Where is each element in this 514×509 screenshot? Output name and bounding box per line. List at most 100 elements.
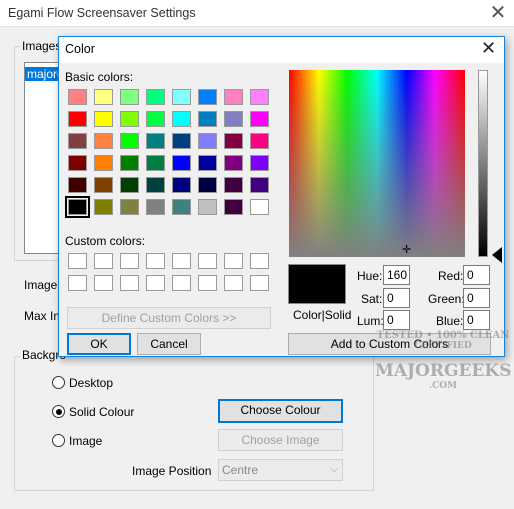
custom-color-swatch[interactable] — [250, 275, 269, 291]
custom-color-swatch[interactable] — [68, 253, 87, 269]
basic-color-swatch[interactable] — [120, 177, 139, 193]
hue-input[interactable]: 160 — [383, 265, 410, 285]
custom-color-swatch[interactable] — [120, 275, 139, 291]
custom-color-swatch[interactable] — [94, 275, 113, 291]
custom-color-swatch[interactable] — [120, 253, 139, 269]
basic-color-swatch[interactable] — [146, 155, 165, 171]
red-input[interactable]: 0 — [463, 265, 490, 285]
green-label: Green: — [428, 292, 465, 306]
basic-color-swatch[interactable] — [224, 177, 243, 193]
basic-color-swatch[interactable] — [250, 199, 269, 215]
basic-color-swatch[interactable] — [172, 199, 191, 215]
radio-desktop[interactable] — [52, 376, 65, 389]
basic-color-swatch[interactable] — [198, 111, 217, 127]
watermark-line-1: TESTED • 100% CLEAN — [376, 330, 510, 341]
basic-color-swatch[interactable] — [120, 155, 139, 171]
custom-color-swatch[interactable] — [68, 275, 87, 291]
basic-color-swatch[interactable] — [120, 133, 139, 149]
basic-color-swatch[interactable] — [250, 177, 269, 193]
basic-color-swatch[interactable] — [68, 177, 87, 193]
custom-color-swatch[interactable] — [198, 275, 217, 291]
basic-color-swatch[interactable] — [146, 111, 165, 127]
basic-color-swatch[interactable] — [198, 177, 217, 193]
basic-color-swatch[interactable] — [120, 89, 139, 105]
main-close-icon[interactable]: ✕ — [487, 2, 509, 24]
ok-button[interactable]: OK — [67, 333, 131, 355]
custom-color-swatch[interactable] — [224, 275, 243, 291]
sat-label: Sat: — [361, 292, 383, 306]
basic-color-swatch[interactable] — [120, 199, 139, 215]
hue-label: Hue: — [357, 269, 383, 283]
basic-color-swatch[interactable] — [146, 177, 165, 193]
basic-color-swatch[interactable] — [224, 155, 243, 171]
color-spectrum[interactable]: ✛ — [289, 70, 465, 257]
custom-color-swatch[interactable] — [172, 253, 191, 269]
watermark-line-4: .COM — [428, 381, 458, 391]
basic-color-swatch[interactable] — [120, 111, 139, 127]
basic-colors-label: Basic colors: — [65, 70, 134, 84]
images-list-item[interactable]: majorg — [25, 67, 61, 81]
images-list[interactable]: majorg — [24, 62, 62, 254]
blue-input[interactable]: 0 — [463, 310, 490, 330]
image-position-value: Centre — [222, 463, 259, 477]
chevron-down-icon: ⌵ — [330, 464, 338, 475]
color-solid-label: Color|Solid — [293, 308, 352, 322]
basic-color-swatch[interactable] — [250, 133, 269, 149]
lum-input[interactable]: 0 — [383, 310, 410, 330]
custom-color-swatch[interactable] — [172, 275, 191, 291]
basic-color-swatch[interactable] — [94, 89, 113, 105]
basic-color-swatch[interactable] — [65, 196, 90, 218]
basic-color-swatch[interactable] — [172, 111, 191, 127]
choose-image-button[interactable]: Choose Image — [218, 429, 343, 451]
basic-color-swatch[interactable] — [198, 199, 217, 215]
dialog-close-icon[interactable]: ✕ — [481, 38, 496, 59]
custom-color-swatch[interactable] — [198, 253, 217, 269]
radio-image[interactable] — [52, 434, 65, 447]
basic-color-swatch[interactable] — [224, 133, 243, 149]
radio-solid-colour-label: Solid Colour — [69, 405, 135, 419]
radio-solid-colour[interactable] — [52, 405, 65, 418]
basic-color-swatch[interactable] — [224, 89, 243, 105]
custom-color-swatch[interactable] — [146, 253, 165, 269]
basic-color-swatch[interactable] — [94, 133, 113, 149]
basic-color-swatch[interactable] — [146, 199, 165, 215]
basic-color-swatch[interactable] — [94, 155, 113, 171]
basic-color-swatch[interactable] — [198, 155, 217, 171]
image-position-select[interactable]: Centre ⌵ — [218, 459, 343, 481]
basic-color-swatch[interactable] — [224, 111, 243, 127]
basic-color-swatch[interactable] — [224, 199, 243, 215]
basic-color-swatch[interactable] — [250, 89, 269, 105]
basic-color-swatch[interactable] — [94, 177, 113, 193]
basic-color-swatch[interactable] — [68, 133, 87, 149]
basic-color-swatch[interactable] — [68, 111, 87, 127]
define-custom-colors-button[interactable]: Define Custom Colors >> — [67, 307, 271, 329]
basic-color-swatch[interactable] — [68, 89, 87, 105]
luminosity-slider[interactable] — [478, 70, 488, 257]
cancel-button[interactable]: Cancel — [137, 333, 201, 355]
basic-color-swatch[interactable] — [94, 199, 113, 215]
custom-color-swatch[interactable] — [250, 253, 269, 269]
color-dialog: Color ✕ Basic colors: Custom colors: Def… — [58, 36, 505, 357]
basic-color-swatch[interactable] — [68, 155, 87, 171]
custom-color-swatch[interactable] — [146, 275, 165, 291]
basic-color-swatch[interactable] — [198, 89, 217, 105]
basic-color-swatch[interactable] — [172, 89, 191, 105]
basic-color-swatch[interactable] — [172, 177, 191, 193]
crosshair-icon: ✛ — [402, 244, 412, 256]
sat-input[interactable]: 0 — [383, 288, 410, 308]
basic-color-swatch[interactable] — [172, 155, 191, 171]
custom-color-swatch[interactable] — [224, 253, 243, 269]
radio-desktop-label: Desktop — [69, 376, 114, 390]
image-label: Image — [24, 278, 58, 292]
green-input[interactable]: 0 — [463, 288, 490, 308]
basic-color-swatch[interactable] — [250, 155, 269, 171]
basic-color-swatch[interactable] — [146, 89, 165, 105]
basic-color-swatch[interactable] — [250, 111, 269, 127]
basic-color-swatch[interactable] — [94, 111, 113, 127]
basic-color-swatch[interactable] — [172, 133, 191, 149]
basic-color-swatch[interactable] — [198, 133, 217, 149]
basic-color-swatch[interactable] — [146, 133, 165, 149]
luminosity-arrow-icon[interactable] — [492, 247, 502, 263]
custom-color-swatch[interactable] — [94, 253, 113, 269]
choose-colour-button[interactable]: Choose Colour — [218, 399, 343, 423]
